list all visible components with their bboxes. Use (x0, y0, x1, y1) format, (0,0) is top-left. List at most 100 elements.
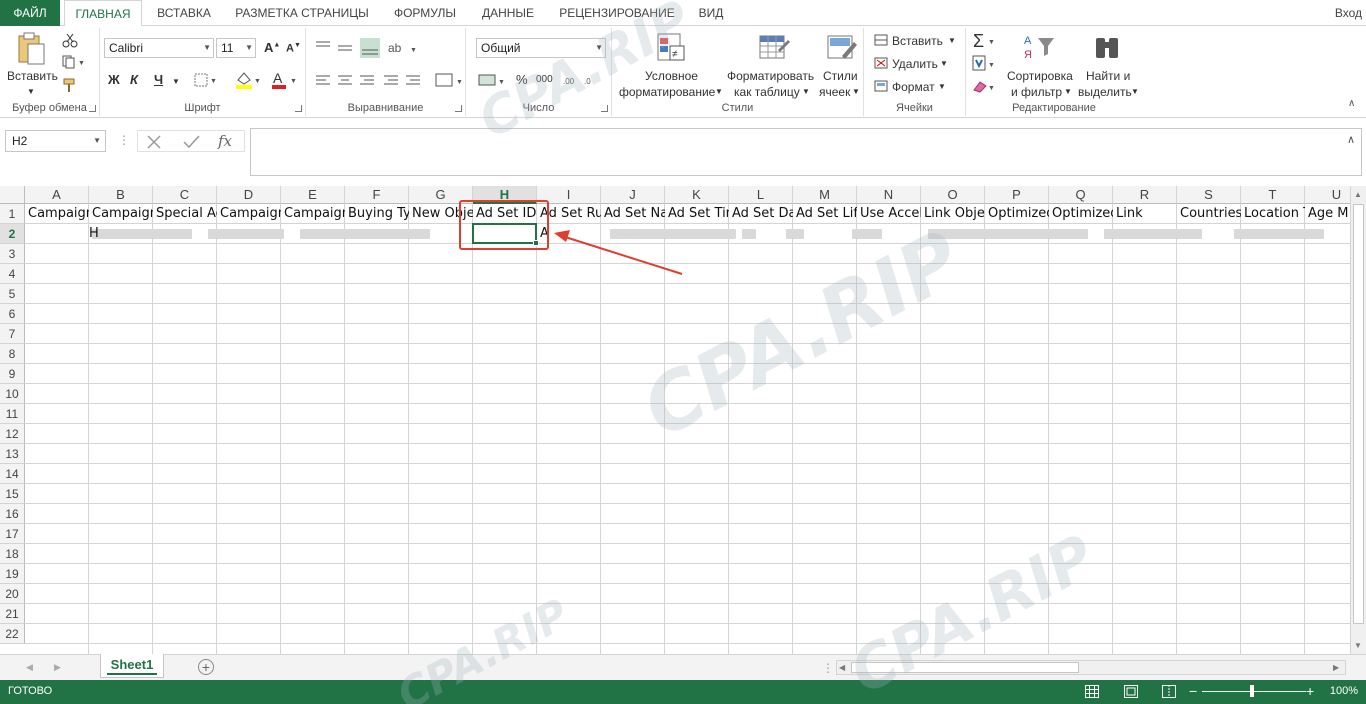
row-header-7[interactable]: 7 (0, 324, 25, 344)
cell-e1[interactable]: Campaign (281, 204, 345, 224)
column-header-b[interactable]: B (89, 186, 153, 204)
insert-cells-arrow[interactable]: ▼ (948, 33, 956, 49)
cell-t1[interactable]: Location T (1241, 204, 1305, 224)
tab-home[interactable]: ГЛАВНАЯ (64, 0, 142, 27)
thousands-button[interactable]: 000 (536, 74, 553, 85)
delete-cells-arrow[interactable]: ▼ (940, 56, 948, 72)
vertical-scroll-thumb[interactable] (1353, 204, 1364, 624)
column-header-r[interactable]: R (1113, 186, 1177, 204)
cell-r1[interactable]: Link (1113, 204, 1177, 224)
row-header-17[interactable]: 17 (0, 524, 25, 544)
vertical-scrollbar[interactable]: ▲ ▼ (1350, 186, 1366, 654)
cell-b1[interactable]: Campaign (89, 204, 153, 224)
row-header-20[interactable]: 20 (0, 584, 25, 604)
next-sheet-icon[interactable]: ▶ (54, 659, 61, 675)
row-header-22[interactable]: 22 (0, 624, 25, 644)
column-header-l[interactable]: L (729, 186, 793, 204)
vertical-align-icons[interactable]: ab ▼ (314, 38, 424, 58)
select-all-button[interactable] (0, 186, 25, 204)
zoom-in-icon[interactable]: + (1306, 683, 1314, 699)
delete-cells-icon[interactable] (874, 57, 890, 71)
scroll-down-icon[interactable]: ▼ (1354, 638, 1362, 654)
find-select-label-1[interactable]: Найти и (1086, 68, 1130, 84)
underline-button[interactable]: Ч (154, 72, 163, 87)
cell-q1[interactable]: Optimized (1049, 204, 1113, 224)
insert-function-button[interactable]: fx (218, 133, 232, 149)
sort-filter-label-2[interactable]: и фильтр (1011, 84, 1062, 100)
tab-page-layout[interactable]: РАЗМЕТКА СТРАНИЦЫ (226, 0, 378, 26)
column-header-s[interactable]: S (1177, 186, 1241, 204)
normal-view-icon[interactable] (1085, 685, 1099, 698)
fill-icon[interactable]: ▼ (972, 55, 996, 73)
conditional-format-icon[interactable]: ≠ (656, 32, 686, 64)
horizontal-scrollbar[interactable]: ◀ ▶ (836, 660, 1346, 675)
column-header-a[interactable]: A (25, 186, 89, 204)
column-header-u[interactable]: U (1305, 186, 1350, 204)
zoom-level[interactable]: 100% (1330, 680, 1358, 702)
conditional-format-label-1[interactable]: Условное (645, 68, 698, 84)
insert-cells-label[interactable]: Вставить (892, 33, 943, 49)
cell-a1[interactable]: Campaign (25, 204, 89, 224)
borders-icon[interactable]: ▼ (194, 72, 218, 88)
prev-sheet-icon[interactable]: ◀ (26, 659, 33, 675)
expand-formula-bar-icon[interactable]: ∧ (1347, 132, 1355, 148)
column-header-p[interactable]: P (985, 186, 1049, 204)
signin-link[interactable]: Вход (1335, 0, 1362, 26)
horizontal-align-icons[interactable]: ▼ (314, 72, 464, 92)
autosum-icon[interactable]: Σ ▼ (972, 30, 996, 50)
format-painter-icon[interactable] (62, 78, 78, 94)
percent-button[interactable]: % (516, 72, 528, 87)
row-header-10[interactable]: 10 (0, 384, 25, 404)
find-select-label-2[interactable]: выделить (1078, 84, 1132, 100)
cell-styles-label-1[interactable]: Стили (823, 68, 858, 84)
paste-arrow[interactable]: ▼ (27, 84, 35, 100)
cancel-icon[interactable] (146, 134, 164, 150)
format-as-table-icon[interactable] (758, 32, 790, 64)
bold-button[interactable]: Ж (108, 72, 120, 87)
font-dialog-launcher[interactable] (295, 105, 302, 112)
page-layout-view-icon[interactable] (1124, 685, 1138, 698)
tab-review[interactable]: РЕЦЕНЗИРОВАНИЕ (552, 0, 682, 26)
cell-styles-icon[interactable] (826, 32, 858, 64)
find-select-arrow[interactable]: ▼ (1131, 84, 1139, 100)
row-header-1[interactable]: 1 (0, 204, 25, 224)
column-header-c[interactable]: C (153, 186, 217, 204)
column-header-f[interactable]: F (345, 186, 409, 204)
cell-o1[interactable]: Link Objec (921, 204, 985, 224)
format-cells-label[interactable]: Формат (892, 79, 935, 95)
underline-arrow[interactable]: ▼ (172, 74, 180, 90)
tab-view[interactable]: ВИД (690, 0, 732, 26)
cell-styles-arrow[interactable]: ▼ (852, 84, 860, 100)
page-break-view-icon[interactable] (1162, 685, 1176, 698)
alignment-dialog-launcher[interactable] (455, 105, 462, 112)
sort-filter-icon[interactable]: АЯ (1022, 32, 1056, 64)
cut-icon[interactable] (62, 32, 78, 48)
cell-n1[interactable]: Use Accel (857, 204, 921, 224)
shrink-font-button[interactable]: A▼ (286, 42, 301, 55)
tab-data[interactable]: ДАННЫЕ (472, 0, 544, 26)
row-header-6[interactable]: 6 (0, 304, 25, 324)
clipboard-dialog-launcher[interactable] (89, 105, 96, 112)
tab-formulas[interactable]: ФОРМУЛЫ (384, 0, 466, 26)
font-color-icon[interactable]: А ▼ (270, 70, 300, 90)
cell-k1[interactable]: Ad Set Tin (665, 204, 729, 224)
row-header-14[interactable]: 14 (0, 464, 25, 484)
decimal-icons[interactable]: .00 .0 (562, 72, 608, 90)
cell-f1[interactable]: Buying Typ (345, 204, 409, 224)
column-header-j[interactable]: J (601, 186, 665, 204)
zoom-slider-knob[interactable] (1250, 685, 1254, 697)
tab-insert[interactable]: ВСТАВКА (146, 0, 222, 26)
cell-u1[interactable]: Age M (1305, 204, 1350, 224)
column-header-d[interactable]: D (217, 186, 281, 204)
column-header-o[interactable]: O (921, 186, 985, 204)
row-header-21[interactable]: 21 (0, 604, 25, 624)
format-as-table-label-2[interactable]: как таблицу (734, 84, 800, 100)
row-header-8[interactable]: 8 (0, 344, 25, 364)
cell-b2[interactable]: H (86, 224, 100, 244)
tab-split-grip[interactable]: ⋮ (822, 660, 834, 676)
copy-icon[interactable]: ▼ (62, 55, 86, 69)
row-header-2[interactable]: 2 (0, 224, 25, 244)
horizontal-scroll-thumb[interactable] (851, 662, 1079, 673)
cell-styles-label-2[interactable]: ячеек (819, 84, 850, 100)
format-cells-icon[interactable] (874, 80, 890, 94)
